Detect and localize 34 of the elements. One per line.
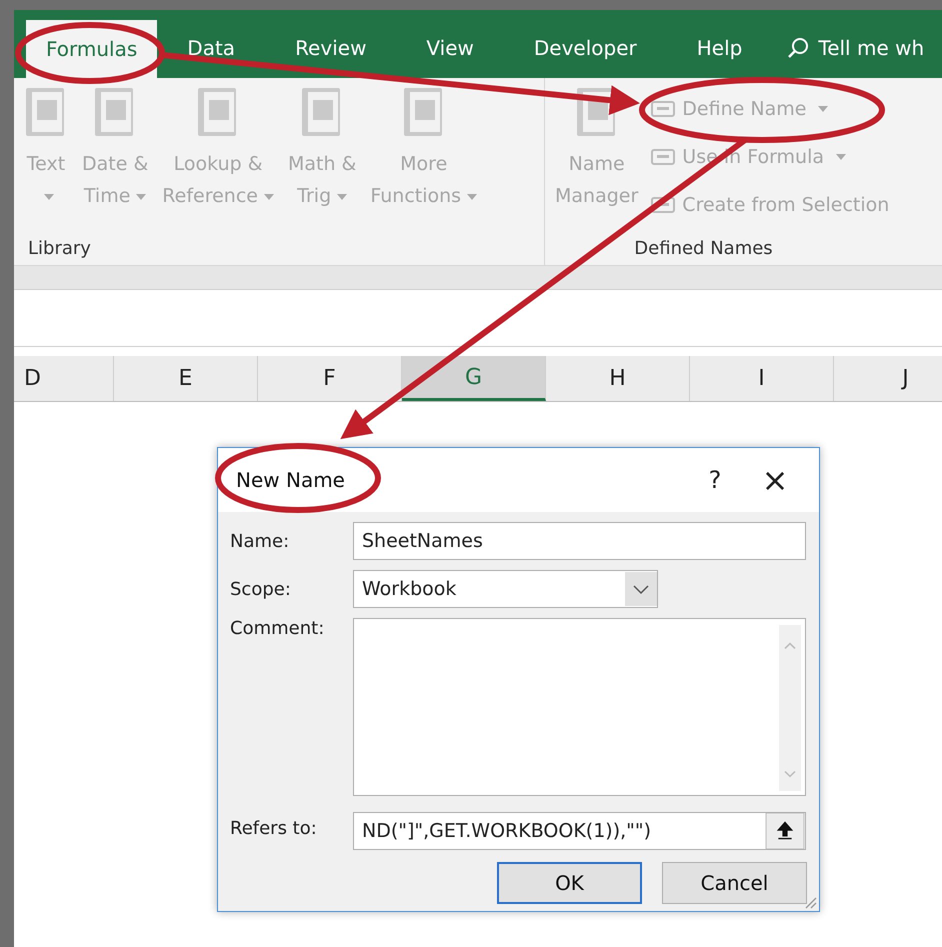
field-label: Comment: xyxy=(230,618,326,639)
search-icon xyxy=(786,36,810,60)
chevron-down-icon xyxy=(625,571,657,607)
name-input[interactable]: SheetNames xyxy=(353,522,806,560)
tell-me-text: Tell me wh xyxy=(818,36,924,60)
column-header[interactable]: E xyxy=(114,356,258,401)
dialog-button[interactable]: OK xyxy=(497,862,642,904)
ribbon-tab[interactable]: Developer xyxy=(504,18,667,78)
field-label: Name: xyxy=(230,530,290,552)
resize-grip-icon[interactable] xyxy=(803,895,817,909)
group-label: Library xyxy=(27,238,92,259)
tag-icon xyxy=(650,147,676,167)
column-header[interactable]: G xyxy=(402,356,546,401)
tell-me-search[interactable]: Tell me wh xyxy=(786,18,924,78)
column-header[interactable]: H xyxy=(546,356,690,401)
refers-to-input[interactable]: ND("]",GET.WORKBOOK(1)),"") xyxy=(353,812,806,850)
field-label: Scope: xyxy=(230,578,292,600)
ribbon-tab[interactable]: Review xyxy=(265,18,396,78)
ribbon-tab[interactable]: Help xyxy=(666,18,772,78)
ribbon-tab[interactable]: Data xyxy=(157,18,266,78)
dialog-title: New Name xyxy=(236,468,346,492)
dialog-button[interactable]: Cancel xyxy=(662,862,807,904)
ribbon-tab[interactable]: View xyxy=(396,18,504,78)
tag-icon xyxy=(650,99,676,119)
column-header[interactable]: I xyxy=(690,356,834,401)
group-label: Defined Names xyxy=(633,238,773,259)
help-button[interactable]: ? xyxy=(685,465,745,495)
close-button[interactable]: × xyxy=(745,460,805,500)
column-header[interactable]: J xyxy=(834,356,942,401)
scope-dropdown[interactable]: Workbook xyxy=(353,570,658,608)
collapse-dialog-button[interactable] xyxy=(765,813,805,849)
column-header[interactable]: D xyxy=(14,356,114,401)
tag-icon xyxy=(650,195,676,215)
field-label: Refers to: xyxy=(230,818,318,838)
